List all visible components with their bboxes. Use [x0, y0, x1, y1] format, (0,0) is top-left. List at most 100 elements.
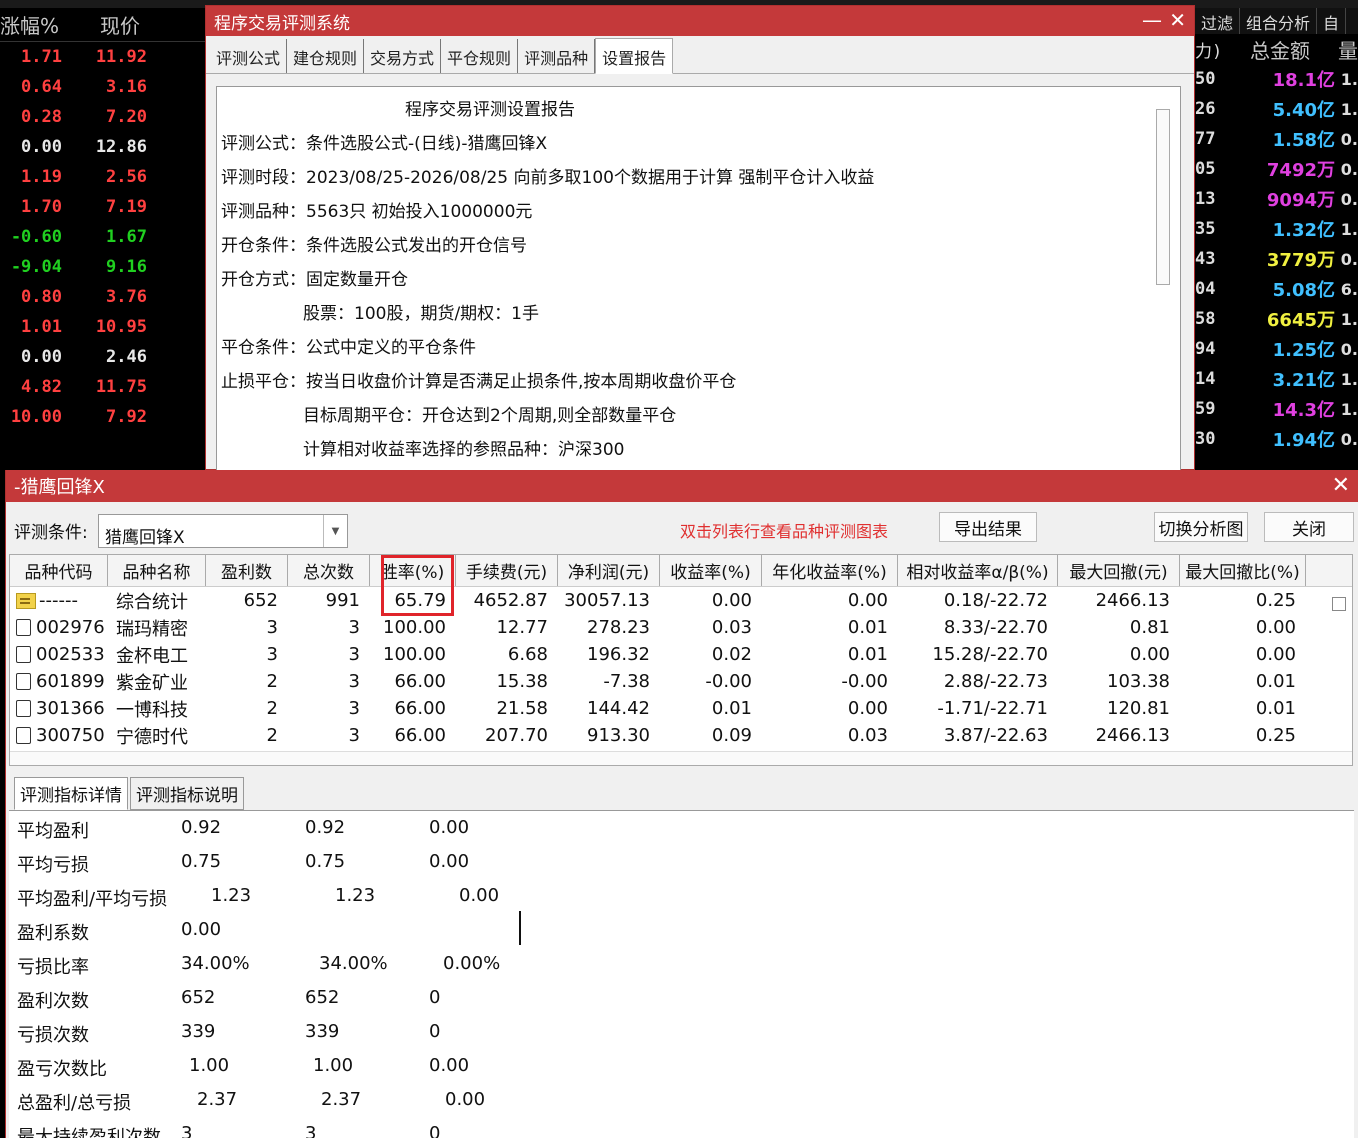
partial-cell: 43 [1195, 249, 1216, 269]
annual-cell: 0.00 [847, 698, 888, 719]
checkbox[interactable] [16, 673, 31, 690]
quote-row[interactable]: 1.71 11.92 [0, 42, 205, 72]
quote-row[interactable]: 94 1.25亿 0. [1195, 334, 1358, 364]
volume-cell: 0. [1340, 189, 1358, 209]
metric-value-short: 0 [429, 1021, 441, 1042]
close-icon[interactable]: ✕ [1169, 8, 1186, 32]
partial-cell: 35 [1195, 219, 1216, 239]
table-row[interactable]: 300750 宁德时代 2 3 66.00 207.70 913.30 0.09 0.03 3.8… [10, 722, 1352, 749]
column-header-code[interactable]: 品种代码 [10, 555, 108, 586]
export-results-button[interactable]: 导出结果 [939, 512, 1037, 542]
column-header-maxddratio[interactable]: 最大回撤比(%) [1180, 555, 1306, 586]
tab-filter[interactable]: 过滤 [1195, 8, 1241, 34]
metric-value-short: 0 [429, 987, 441, 1008]
quote-row[interactable]: 26 5.40亿 1. [1195, 94, 1358, 124]
price-header[interactable]: 现价 [70, 10, 170, 39]
chevron-down-icon[interactable]: ▼ [323, 515, 347, 547]
quote-row[interactable]: 04 5.08亿 6. [1195, 274, 1358, 304]
quote-row[interactable]: 1.70 7.19 [0, 192, 205, 222]
tab-custom[interactable]: 自 [1317, 8, 1347, 34]
maxddratio-cell: 0.00 [1255, 644, 1296, 665]
column-header-name[interactable]: 品种名称 [108, 555, 206, 586]
quote-row[interactable]: 35 1.32亿 1. [1195, 214, 1358, 244]
column-header-profit[interactable]: 净利润(元) [558, 555, 660, 586]
quote-row[interactable]: 58 6645万 1. [1195, 304, 1358, 334]
total-amount-header[interactable]: 总金额 [1225, 35, 1335, 64]
table-row[interactable]: 002533 金杯电工 3 3 100.00 6.68 196.32 0.02 0.01 15.2… [10, 641, 1352, 668]
wins-cell: 2 [266, 725, 278, 746]
checkbox[interactable] [16, 700, 31, 717]
quote-row[interactable]: 77 1.58亿 0. [1195, 124, 1358, 154]
tab-trade-mode[interactable]: 交易方式 [364, 39, 442, 73]
table-row[interactable]: 601899 紫金矿业 2 3 66.00 15.38 -7.38 -0.00 -0.00 2.8… [10, 668, 1352, 695]
table-row[interactable]: 301366 一博科技 2 3 66.00 21.58 144.42 0.01 0.00 -1.7… [10, 695, 1352, 722]
column-header-fee[interactable]: 手续费(元) [456, 555, 558, 586]
quote-row[interactable]: -0.60 1.67 [0, 222, 205, 252]
results-table-body: ------ 综合统计 652 991 65.79 4652.87 30057.13 0.00… [10, 587, 1352, 765]
close-button[interactable]: 关闭 [1264, 512, 1354, 542]
return-cell: 0.02 [711, 644, 752, 665]
column-header-total[interactable]: 总次数 [288, 555, 370, 586]
change-percent-header[interactable]: 涨幅% [0, 10, 70, 39]
volume-header[interactable]: 量 [1335, 35, 1358, 64]
summary-row[interactable]: ------ 综合统计 652 991 65.79 4652.87 30057.13 0.00… [10, 587, 1352, 614]
tab-metric-description[interactable]: 评测指标说明 [130, 777, 244, 810]
quote-row[interactable]: 0.28 7.20 [0, 102, 205, 132]
backtest-system-dialog: 程序交易评测系统 — ✕ 评测公式 建仓规则 交易方式 平仓规则 评测品种 设置… [205, 5, 1195, 471]
quote-row[interactable]: 14 3.21亿 1. [1195, 364, 1358, 394]
wins-cell: 2 [266, 671, 278, 692]
tab-close-rules[interactable]: 平仓规则 [441, 39, 519, 73]
minimize-icon[interactable]: — [1142, 8, 1162, 32]
metric-value-all: 339 [181, 1021, 216, 1042]
quote-row[interactable]: 10.00 7.92 [0, 402, 205, 432]
metric-name: 最大持续盈利次数 [17, 1127, 161, 1138]
col-header-partial[interactable]: 力) [1195, 37, 1225, 62]
condition-select[interactable]: 猎鹰回锋X ▼ [98, 514, 348, 548]
column-header-relative[interactable]: 相对收益率α/β(%) [898, 555, 1058, 586]
tab-metric-details[interactable]: 评测指标详情 [14, 777, 128, 810]
metric-row: 亏损比率 34.00% 34.00% 0.00% [9, 947, 609, 981]
quote-row[interactable]: 0.80 3.76 [0, 282, 205, 312]
report-scrollbar[interactable] [1156, 109, 1170, 285]
column-header-annual[interactable]: 年化收益率(%) [762, 555, 898, 586]
column-header-return[interactable]: 收益率(%) [660, 555, 762, 586]
tab-portfolio-analysis[interactable]: 组合分析 [1240, 8, 1318, 34]
tab-formula[interactable]: 评测公式 [210, 39, 288, 73]
table-row[interactable]: 002976 瑞玛精密 3 3 100.00 12.77 278.23 0.03 0.01 8.3… [10, 614, 1352, 641]
dialog-title-bar[interactable]: 程序交易评测系统 — ✕ [206, 6, 1194, 36]
quote-row[interactable]: 13 9094万 0. [1195, 184, 1358, 214]
quote-row[interactable]: 4.82 11.75 [0, 372, 205, 402]
checkbox[interactable] [16, 646, 31, 663]
quote-row[interactable]: 0.64 3.16 [0, 72, 205, 102]
column-header-winrate[interactable]: 胜率(%) [370, 555, 456, 586]
tab-open-rules[interactable]: 建仓规则 [287, 39, 365, 73]
quote-row[interactable]: 59 14.3亿 1. [1195, 394, 1358, 424]
name-cell: 一博科技 [116, 699, 188, 721]
quote-row[interactable]: 1.19 2.56 [0, 162, 205, 192]
code-cell: 300750 [36, 725, 105, 746]
quote-row[interactable]: 0.00 2.46 [0, 342, 205, 372]
quote-row[interactable]: 1.01 10.95 [0, 312, 205, 342]
metric-value-long: 3 [305, 1123, 317, 1138]
quote-row[interactable]: -9.04 9.16 [0, 252, 205, 282]
quote-row[interactable]: 43 3779万 0. [1195, 244, 1358, 274]
close-icon[interactable]: ✕ [1332, 473, 1350, 498]
quote-row[interactable]: 05 7492万 0. [1195, 154, 1358, 184]
horizontal-scrollbar[interactable] [10, 751, 1352, 765]
tab-instruments[interactable]: 评测品种 [518, 39, 596, 73]
column-header-wins[interactable]: 盈利数 [206, 555, 288, 586]
tab-report[interactable]: 设置报告 [595, 38, 674, 74]
column-header-maxdd[interactable]: 最大回撤(元) [1058, 555, 1180, 586]
metric-row: 平均盈利 0.92 0.92 0.00 [9, 811, 609, 845]
checkbox[interactable] [16, 619, 31, 636]
quote-row[interactable]: 50 18.1亿 1. [1195, 64, 1358, 94]
checkbox[interactable] [16, 727, 31, 744]
total-cell: 991 [325, 590, 360, 611]
switch-chart-button[interactable]: 切换分析图 [1154, 512, 1248, 542]
quote-row[interactable]: 30 1.94亿 0. [1195, 424, 1358, 454]
grid-scroll-box[interactable] [1332, 597, 1346, 611]
quote-row[interactable]: 0.00 12.86 [0, 132, 205, 162]
relative-cell: -1.71/-22.71 [937, 698, 1048, 719]
results-title-bar[interactable]: -猎鹰回锋X ✕ [6, 470, 1358, 502]
change-percent-cell: 1.71 [21, 47, 62, 67]
